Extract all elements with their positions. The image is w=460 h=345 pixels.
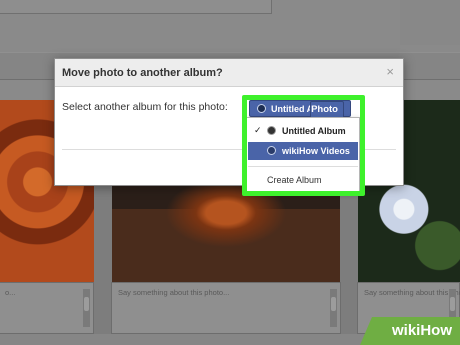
caption-placeholder: Say something about this photo... (364, 288, 460, 297)
caption-placeholder: o... (5, 288, 16, 297)
close-icon[interactable]: × (386, 65, 394, 79)
scrollbar[interactable] (330, 289, 337, 327)
scrollbar-thumb[interactable] (331, 297, 336, 311)
highlight-box (242, 95, 365, 196)
caption-placeholder: Say something about this photo... (118, 288, 230, 297)
wikihow-watermark: wikiHow (360, 317, 460, 345)
caption-textarea[interactable]: Say something about this photo... (111, 282, 341, 334)
background-panel (400, 0, 460, 45)
dialog-header: Move photo to another album? × (55, 59, 403, 87)
scrollbar-thumb[interactable] (84, 297, 89, 311)
background-panel (0, 0, 272, 14)
watermark-text: wikiHow (391, 322, 452, 339)
scrollbar-thumb[interactable] (450, 297, 455, 311)
scrollbar[interactable] (83, 289, 90, 327)
caption-textarea[interactable]: o... (0, 282, 94, 334)
dialog-title: Move photo to another album? (62, 67, 223, 79)
album-select-label: Select another album for this photo: (62, 101, 228, 113)
